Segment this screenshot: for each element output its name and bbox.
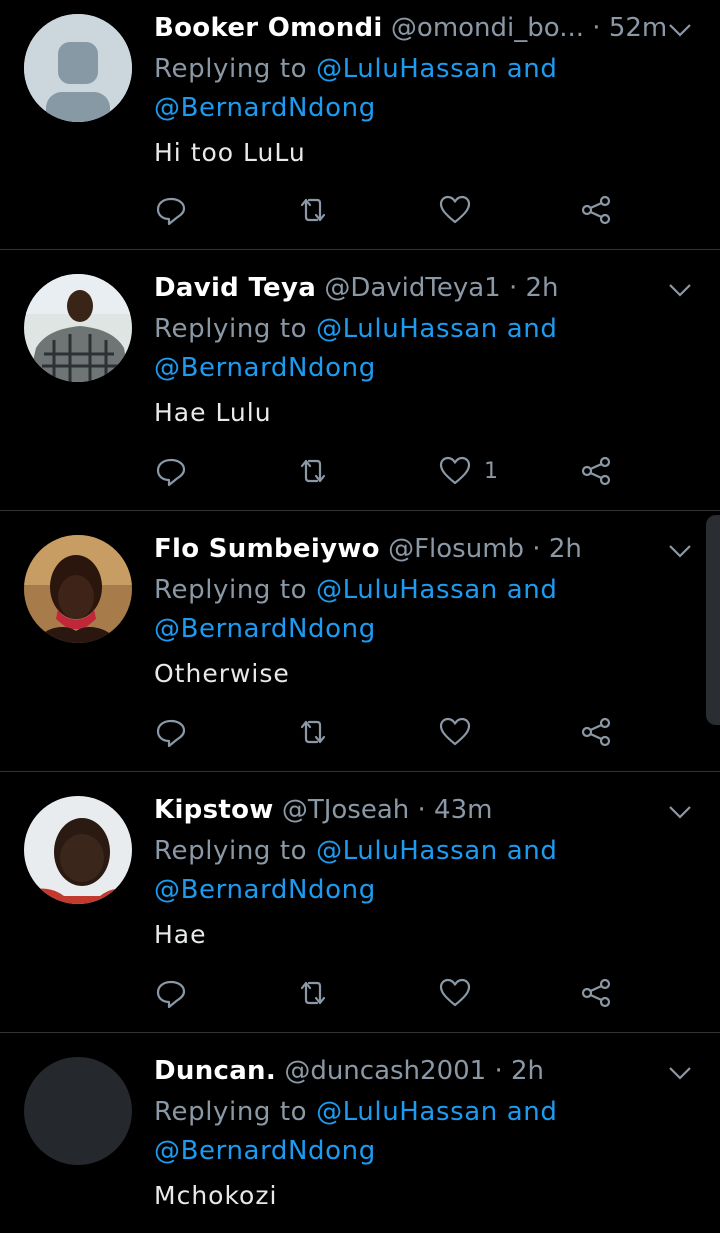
timestamp[interactable]: 2h	[511, 1056, 544, 1086]
mention-link[interactable]: @LuluHassan and	[316, 836, 557, 866]
user-handle[interactable]: @omondi_bo...	[391, 13, 584, 43]
retweet-button[interactable]	[296, 190, 330, 230]
tweet[interactable]: Booker Omondi @omondi_bo... · 52m Replyi…	[0, 0, 720, 250]
replying-to-label: Replying to	[154, 314, 308, 344]
timestamp[interactable]: 2h	[526, 273, 559, 303]
mention-link[interactable]: @LuluHassan and	[316, 575, 557, 605]
chevron-down-icon[interactable]	[668, 1065, 692, 1081]
like-count: 1	[484, 458, 498, 484]
reply-icon	[156, 197, 186, 226]
chevron-down-icon[interactable]	[668, 543, 692, 559]
display-name[interactable]: Booker Omondi	[154, 13, 383, 43]
like-icon	[439, 456, 471, 485]
tweet-text: Hi too LuLu	[154, 138, 306, 167]
chevron-down-icon[interactable]	[668, 22, 692, 38]
like-button[interactable]	[438, 973, 484, 1013]
replying-to-label: Replying to	[154, 575, 308, 605]
display-name[interactable]: David Teya	[154, 273, 316, 303]
like-icon	[439, 717, 471, 746]
tweet-text: Otherwise	[154, 659, 290, 688]
retweet-icon	[300, 198, 326, 222]
avatar[interactable]	[24, 274, 132, 382]
retweet-button[interactable]	[296, 712, 330, 752]
retweet-button[interactable]	[296, 973, 330, 1013]
timestamp[interactable]: 2h	[549, 534, 582, 564]
mention-link[interactable]: @LuluHassan and	[316, 314, 557, 344]
mention-link[interactable]: @BernardNdong	[154, 614, 376, 644]
reply-button[interactable]	[154, 712, 188, 752]
avatar[interactable]	[24, 796, 132, 904]
replying-to-label: Replying to	[154, 836, 308, 866]
display-name[interactable]: Flo Sumbeiywo	[154, 534, 380, 564]
retweet-icon	[300, 720, 326, 744]
like-button[interactable]	[438, 712, 484, 752]
tweet[interactable]: Kipstow @TJoseah · 43m Replying to @Lulu…	[0, 772, 720, 1033]
separator-dot: ·	[592, 13, 601, 43]
retweet-icon	[300, 459, 326, 483]
reply-button[interactable]	[154, 190, 188, 230]
tweet[interactable]: David Teya @DavidTeya1 · 2h Replying to …	[0, 250, 720, 511]
mention-link[interactable]: @LuluHassan and	[316, 1097, 557, 1127]
tweet[interactable]: Flo Sumbeiywo @Flosumb · 2h Replying to …	[0, 511, 720, 772]
timestamp[interactable]: 43m	[434, 795, 492, 825]
share-button[interactable]	[579, 190, 613, 230]
like-button[interactable]: 1	[438, 451, 498, 491]
reply-button[interactable]	[154, 451, 188, 491]
retweet-icon	[300, 981, 326, 1005]
like-button[interactable]	[438, 190, 484, 230]
avatar[interactable]	[24, 1057, 132, 1165]
tweet-text: Hae Lulu	[154, 398, 272, 427]
reply-button[interactable]	[154, 973, 188, 1013]
reply-icon	[156, 458, 186, 487]
share-icon	[581, 456, 611, 486]
scrollbar-thumb[interactable]	[706, 515, 720, 725]
share-icon	[581, 717, 611, 747]
tweet-text: Hae	[154, 920, 207, 949]
tweet-text: Mchokozi	[154, 1181, 278, 1210]
separator-dot: ·	[508, 273, 518, 303]
display-name[interactable]: Duncan.	[154, 1056, 276, 1086]
avatar[interactable]	[24, 14, 132, 122]
timestamp[interactable]: 52m	[609, 13, 667, 43]
mention-link[interactable]: @BernardNdong	[154, 875, 376, 905]
user-handle[interactable]: @DavidTeya1	[324, 273, 500, 303]
tweet[interactable]: Duncan. @duncash2001 · 2h Replying to @L…	[0, 1033, 720, 1233]
mention-link[interactable]: @BernardNdong	[154, 353, 376, 383]
user-handle[interactable]: @duncash2001	[284, 1056, 486, 1086]
separator-dot: ·	[494, 1056, 503, 1086]
replying-to-label: Replying to	[154, 1097, 308, 1127]
share-icon	[581, 195, 611, 225]
share-button[interactable]	[579, 973, 613, 1013]
mention-link[interactable]: @BernardNdong	[154, 1136, 376, 1166]
reply-icon	[156, 980, 186, 1009]
separator-dot: ·	[417, 795, 426, 825]
avatar[interactable]	[24, 535, 132, 643]
user-handle[interactable]: @TJoseah	[282, 795, 409, 825]
separator-dot: ·	[532, 534, 541, 564]
share-icon	[581, 978, 611, 1008]
retweet-button[interactable]	[296, 451, 330, 491]
chevron-down-icon[interactable]	[668, 282, 692, 298]
like-icon	[439, 978, 471, 1007]
share-button[interactable]	[579, 712, 613, 752]
display-name[interactable]: Kipstow	[154, 795, 274, 825]
mention-link[interactable]: @BernardNdong	[154, 93, 376, 123]
user-handle[interactable]: @Flosumb	[388, 534, 524, 564]
mention-link[interactable]: @LuluHassan and	[316, 54, 557, 84]
like-icon	[439, 195, 471, 224]
share-button[interactable]	[579, 451, 613, 491]
reply-icon	[156, 719, 186, 748]
replying-to-label: Replying to	[154, 54, 308, 84]
chevron-down-icon[interactable]	[668, 804, 692, 820]
